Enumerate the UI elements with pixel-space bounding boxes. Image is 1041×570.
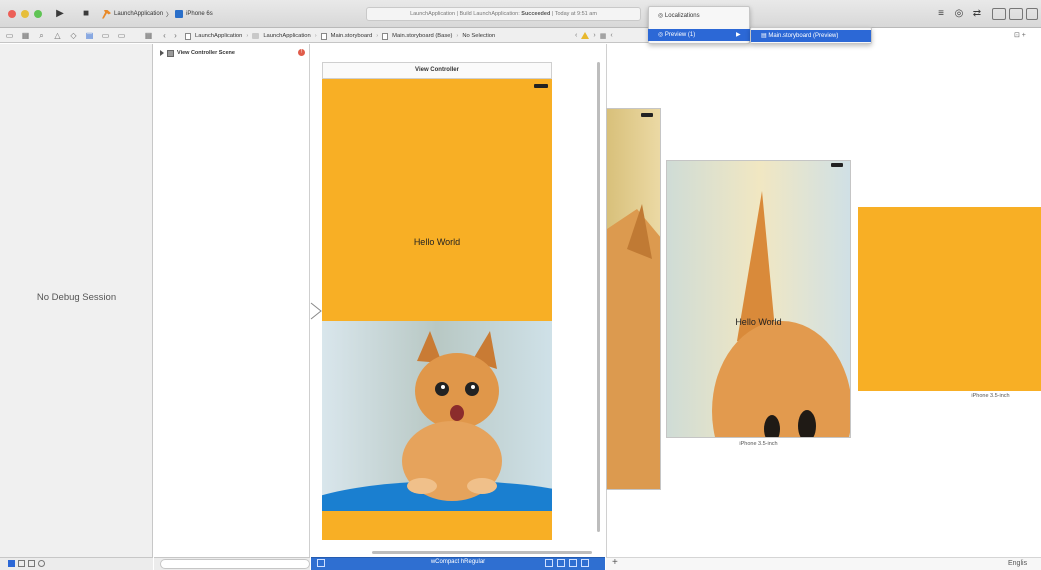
error-badge-icon: ! [298,49,305,56]
view-hierarchy-icon[interactable] [28,560,35,567]
globe-icon: ◎ [658,13,665,19]
breadcrumb-item[interactable]: LaunchApplication [263,33,310,39]
outline-item-scene[interactable]: View Controller Scene [160,48,235,58]
debug-nav-icon[interactable]: ▤ [85,31,94,40]
assistant-editor-icon[interactable]: ◎ [952,8,966,20]
document-outline [154,44,310,557]
iphone-icon [175,10,184,18]
issue-icon[interactable]: △ [53,31,62,40]
menu-item-localizations[interactable]: ◎ Localizations [648,10,750,22]
run-button[interactable]: ▶ [53,8,67,20]
breadcrumb-item[interactable]: LaunchApplication [195,33,242,39]
battery-icon [831,163,843,167]
related-items-icon[interactable]: ▦ [144,31,153,40]
disclosure-triangle-icon[interactable] [160,50,164,56]
storyboard-icon [382,32,389,40]
preview-device-right[interactable] [858,207,1041,391]
report-icon[interactable]: ▭ [117,31,126,40]
folder-icon[interactable]: ▭ [5,31,14,40]
next-issue-icon[interactable]: › [593,32,595,39]
vertical-scrollbar[interactable] [597,62,600,532]
device-name: iPhone 6s [186,11,213,17]
submenu-arrow-icon: ▶ [736,32,741,38]
preview-device-left[interactable] [606,108,661,490]
view-controller-title[interactable]: View Controller [322,62,552,79]
preview-device-label: iPhone 3.5-inch [739,441,778,447]
folder-icon [252,33,260,39]
back-icon[interactable]: ‹ [610,32,612,39]
preview-device-iphone-3-5[interactable] [666,160,851,438]
toggle-debug-button[interactable] [1009,8,1023,20]
no-debug-session-label: No Debug Session [36,292,117,303]
preview-options-icon[interactable]: ⊡ + [1014,31,1026,39]
activity-viewer: LaunchApplication | Build LaunchApplicat… [366,7,641,21]
resolve-icon[interactable] [581,559,589,567]
preview-icon: ◎ [658,32,665,38]
hello-world-label[interactable]: Hello World [322,237,552,247]
version-editor-icon[interactable]: ⇄ [970,8,984,20]
symbol-icon[interactable]: ▦ [21,31,30,40]
menu-item-preview-file[interactable]: ▤ Main.storyboard (Preview) [751,30,871,42]
close-window-button[interactable] [8,10,16,18]
minimize-window-button[interactable] [21,10,29,18]
breakpoint-icon[interactable]: ▭ [101,31,110,40]
zoom-window-button[interactable] [34,10,42,18]
simulate-location-icon[interactable] [38,560,45,567]
breadcrumb-item[interactable]: Main.storyboard [331,33,373,39]
toggle-navigator-button[interactable] [992,8,1006,20]
warning-icon[interactable] [581,32,590,39]
add-device-button[interactable]: + [612,557,618,568]
entry-point-arrow-icon[interactable] [309,302,323,320]
storyboard-icon [320,32,327,40]
horizontal-scrollbar[interactable] [372,551,592,554]
toggle-utilities-button[interactable] [1026,8,1038,20]
related-items-icon[interactable]: ▦ [600,32,607,40]
battery-icon [534,84,548,88]
preview-hello-label: Hello World [735,317,782,327]
stop-button[interactable]: ■ [79,8,93,20]
menu-item-preview[interactable]: ◎ Preview (1) [648,29,750,41]
project-icon [185,32,191,40]
scheme-name: LaunchApplication [114,11,164,17]
search-icon[interactable]: ⌕ [37,31,46,40]
kitten-image[interactable] [322,321,552,511]
scene-label: View Controller Scene [177,50,235,56]
preview-bottom-bar [606,557,1041,570]
align-icon[interactable] [557,559,565,567]
stack-icon[interactable] [545,559,553,567]
debug-view-icon[interactable] [8,560,15,567]
breadcrumb-item[interactable]: Main.storyboard (Base) [392,33,452,39]
preview-language-selector[interactable]: Englis [1008,560,1027,567]
test-icon[interactable]: ◇ [69,31,78,40]
forward-icon[interactable]: › [171,31,180,40]
memory-icon[interactable] [18,560,25,567]
breadcrumb-item[interactable]: No Selection [462,33,495,39]
outline-filter-field[interactable] [160,559,310,569]
battery-icon [641,113,653,117]
hammer-icon [102,9,111,19]
jump-bar-controls: ‹ › ▦ ‹ [575,30,613,41]
breadcrumb: LaunchApplication › LaunchApplication › … [185,31,495,41]
back-icon[interactable]: ‹ [160,31,169,40]
pin-icon[interactable] [569,559,577,567]
prev-issue-icon[interactable]: ‹ [575,32,577,39]
standard-editor-icon[interactable]: ≡ [934,8,948,20]
scene-icon [167,49,174,57]
preview-device-label: iPhone 3.5-inch [971,393,1010,399]
scheme-selector[interactable]: LaunchApplication 〉 iPhone 6s [102,9,213,19]
